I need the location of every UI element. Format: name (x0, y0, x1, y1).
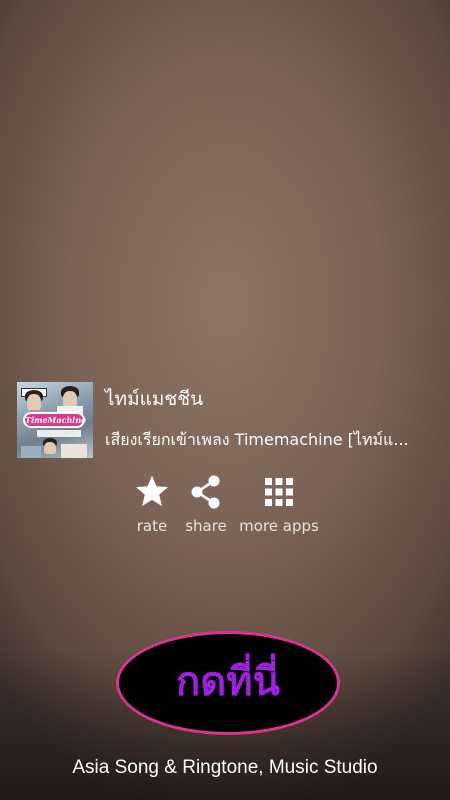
album-art-logo: TimeMachine (23, 412, 87, 428)
album-art-shirt (61, 444, 87, 458)
song-title: ไทม์แมชชีน (105, 388, 204, 410)
album-art-person-face (63, 391, 77, 407)
song-card[interactable]: TimeMachine ไทม์แมชชีน เสียงเรียกเข้าเพล… (17, 382, 437, 460)
album-art-person-face (27, 394, 41, 410)
grid-icon (265, 478, 293, 506)
song-subtitle: เสียงเรียกเข้าเพลง Timemachine [ไทม์แ... (105, 430, 409, 449)
app-screen: TimeMachine ไทม์แมชชีน เสียงเรียกเข้าเพล… (0, 0, 450, 800)
share-icon (191, 475, 220, 509)
action-row: rate share more apps (0, 474, 450, 544)
star-icon (136, 475, 168, 506)
more-apps-label: more apps (239, 517, 319, 535)
rate-button[interactable]: rate (122, 474, 182, 540)
press-here-label: กดที่นี่ (176, 659, 280, 705)
album-art-person-face (44, 442, 56, 454)
more-apps-button[interactable]: more apps (234, 474, 324, 540)
album-art-shirt (21, 446, 41, 458)
album-art-subtitle-strip (37, 430, 81, 437)
share-label: share (185, 517, 227, 535)
developer-footer: Asia Song & Ringtone, Music Studio (72, 757, 378, 778)
press-here-button[interactable]: กดที่นี่ (116, 631, 340, 735)
share-button[interactable]: share (176, 474, 236, 540)
rate-label: rate (136, 517, 168, 535)
album-art-logo-text: TimeMachine (25, 415, 87, 425)
album-art: TimeMachine (17, 382, 93, 458)
